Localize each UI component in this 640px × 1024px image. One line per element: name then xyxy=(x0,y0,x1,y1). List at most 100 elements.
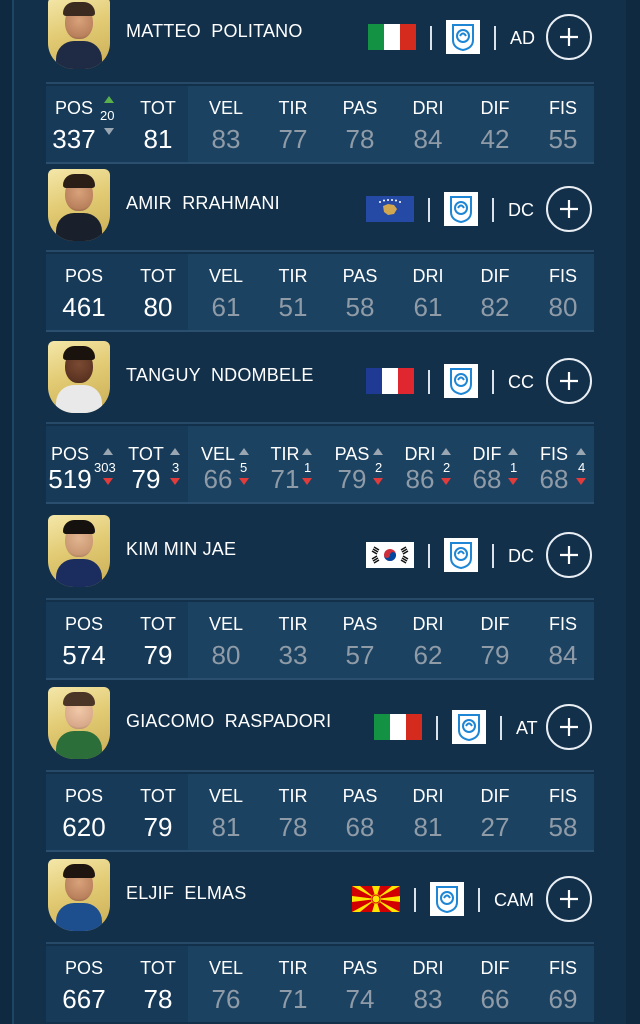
stat-tot: TOT 80 xyxy=(140,266,176,322)
divider xyxy=(428,370,430,394)
stat-down-icon xyxy=(170,478,180,485)
player-header[interactable]: ELJIF ELMAS CAM xyxy=(46,856,594,938)
player-row: KIM MIN JAE DC POS 574 TOT 79 VEL 80 TIR 33 … xyxy=(46,512,594,684)
stat-pas: PAS 78 xyxy=(342,98,378,154)
stat-dri: DRI 83 xyxy=(412,958,444,1014)
stat-delta: 2 xyxy=(443,460,451,475)
stat-dri: DRI 61 xyxy=(412,266,444,322)
position-label: DC xyxy=(508,546,534,566)
position-label: AT xyxy=(516,718,538,738)
player-header[interactable]: TANGUY NDOMBELE CC xyxy=(46,338,594,420)
player-name: MATTEO POLITANO xyxy=(126,21,303,41)
south-korea-flag-icon xyxy=(366,542,414,568)
club-crest-icon xyxy=(444,364,478,398)
stat-pos: POS 461 xyxy=(62,266,106,322)
stat-pas: PAS 58 xyxy=(342,266,378,322)
player-stats: POS 667 TOT 78 VEL 76 TIR 71 PAS 74 DRI 83 DIF… xyxy=(46,946,594,1022)
stat-fis: FIS 84 xyxy=(548,614,578,670)
divider xyxy=(46,942,594,944)
divider xyxy=(46,770,594,772)
add-player-button[interactable] xyxy=(546,532,592,578)
divider xyxy=(46,330,594,332)
divider xyxy=(436,716,438,740)
player-name: GIACOMO RASPADORI xyxy=(126,711,332,731)
divider xyxy=(46,82,594,84)
stat-tot: TOT 79 xyxy=(140,786,176,842)
player-header[interactable]: KIM MIN JAE DC xyxy=(46,512,594,594)
divider xyxy=(494,26,496,50)
stat-tot: TOT 79 xyxy=(140,614,176,670)
player-stats: POS 461 TOT 80 VEL 61 TIR 51 PAS 58 DRI 61 DIF… xyxy=(46,254,594,332)
stat-fis: FIS 55 xyxy=(548,98,578,154)
divider xyxy=(46,678,594,680)
stat-down-icon xyxy=(373,478,383,485)
add-player-button[interactable] xyxy=(546,186,592,232)
player-stats: POS 519 303 TOT 79 3 VEL 66 5 TIR 71 1 PAS 79… xyxy=(46,426,594,504)
stat-delta: 5 xyxy=(240,460,248,475)
stat-pos: POS 620 xyxy=(62,786,106,842)
stat-vel: VEL 83 xyxy=(208,98,244,154)
stat-delta: 3 xyxy=(172,460,180,475)
stat-dif: DIF 82 xyxy=(480,266,510,322)
stat-up-icon xyxy=(373,448,383,455)
right-edge xyxy=(626,0,640,1024)
divider xyxy=(46,850,594,852)
stat-pos: POS 667 xyxy=(62,958,106,1014)
player-header[interactable]: GIACOMO RASPADORI AT xyxy=(46,684,594,766)
north-macedonia-flag-icon xyxy=(352,886,400,912)
stat-down-icon xyxy=(239,478,249,485)
stat-vel: VEL 61 xyxy=(208,266,244,322)
stat-tir: TIR 51 xyxy=(278,266,308,322)
stat-pas: PAS 68 xyxy=(342,786,378,842)
stat-down-icon xyxy=(576,478,586,485)
divider xyxy=(46,598,594,600)
player-name: ELJIF ELMAS xyxy=(126,883,247,903)
left-edge xyxy=(0,0,14,1024)
player-row: AMIR RRAHMANI DC POS 461 TOT 80 VEL 61 TIR 5… xyxy=(46,166,594,338)
stat-up-icon xyxy=(170,448,180,455)
position-label: CC xyxy=(508,372,534,392)
add-player-button[interactable] xyxy=(546,14,592,60)
club-crest-icon xyxy=(444,192,478,226)
player-card-avatar xyxy=(48,859,110,931)
stat-up-icon xyxy=(239,448,249,455)
stat-dri: DRI 62 xyxy=(412,614,444,670)
stat-pas: PAS 74 xyxy=(342,958,378,1014)
player-header[interactable]: MATTEO POLITANO AD xyxy=(46,0,594,76)
stat-tir: TIR 77 xyxy=(278,98,308,154)
stat-dif: DIF 79 xyxy=(480,614,510,670)
stat-down-icon xyxy=(302,478,312,485)
stat-pas: PAS 57 xyxy=(342,614,378,670)
italy-flag-icon xyxy=(374,714,422,740)
stat-dif: DIF 42 xyxy=(480,98,510,154)
player-header[interactable]: AMIR RRAHMANI DC xyxy=(46,166,594,248)
position-label: CAM xyxy=(494,890,534,910)
player-card-avatar xyxy=(48,341,110,413)
player-name: KIM MIN JAE xyxy=(126,539,237,559)
stat-tir: TIR 78 xyxy=(278,786,308,842)
stat-delta: 1 xyxy=(304,460,312,475)
add-player-button[interactable] xyxy=(546,704,592,750)
player-row: GIACOMO RASPADORI AT POS 620 TOT 79 VEL 81 … xyxy=(46,684,594,856)
stat-fis: FIS 69 xyxy=(548,958,578,1014)
stat-dif: DIF 66 xyxy=(480,958,510,1014)
divider xyxy=(492,198,494,222)
plus-icon xyxy=(560,546,578,564)
divider xyxy=(428,198,430,222)
divider xyxy=(46,422,594,424)
stat-dri: DRI 81 xyxy=(412,786,444,842)
stat-dif: DIF 27 xyxy=(480,786,510,842)
player-stats: POS 620 TOT 79 VEL 81 TIR 78 PAS 68 DRI 81 DIF… xyxy=(46,774,594,852)
italy-flag-icon xyxy=(368,24,416,50)
club-crest-icon xyxy=(452,710,486,744)
add-player-button[interactable] xyxy=(546,358,592,404)
stat-delta: 1 xyxy=(510,460,518,475)
divider xyxy=(46,502,594,504)
stat-tot: TOT 78 xyxy=(140,958,176,1014)
player-card-avatar xyxy=(48,169,110,241)
player-stats: POS 337 20 TOT 81 VEL 83 TIR 77 PAS 78 DRI 84 … xyxy=(46,86,594,164)
player-name: TANGUY NDOMBELE xyxy=(126,365,314,385)
add-player-button[interactable] xyxy=(546,876,592,922)
player-row: MATTEO POLITANO AD POS 337 20 TOT 81 VEL 83… xyxy=(46,0,594,166)
divider xyxy=(492,544,494,568)
